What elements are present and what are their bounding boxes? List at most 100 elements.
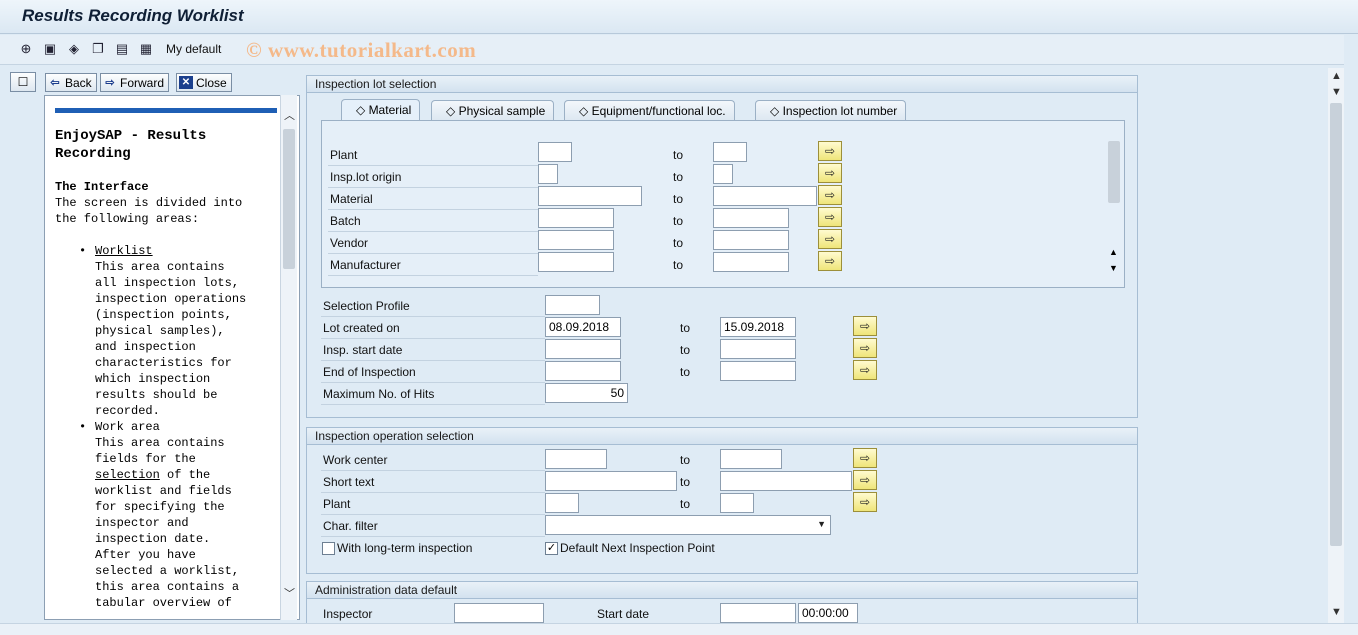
material-multi-select-button[interactable]: ⇨ bbox=[818, 185, 842, 205]
chevron-up-icon[interactable]: ▲ bbox=[1109, 247, 1118, 257]
lot-created-from-input[interactable]: 08.09.2018 bbox=[545, 317, 621, 337]
help-list-item: Worklist This area contains all inspecti… bbox=[55, 243, 277, 419]
manufacturer-from-input[interactable] bbox=[538, 252, 614, 272]
execute-icon[interactable]: ⊕ bbox=[18, 41, 34, 57]
close-button[interactable]: ✕ Close bbox=[176, 73, 232, 92]
insp-start-date-to-input[interactable] bbox=[720, 339, 796, 359]
back-button[interactable]: ⇦ Back bbox=[45, 73, 97, 92]
selection-link[interactable]: selection bbox=[95, 468, 160, 482]
tab-equipment[interactable]: ◇ Equipment/functional loc. bbox=[564, 100, 735, 121]
insp-lot-origin-multi-select-button[interactable]: ⇨ bbox=[818, 163, 842, 183]
watermark-text: © www.tutorialkart.com bbox=[246, 38, 477, 62]
worklist-link[interactable]: Worklist bbox=[95, 243, 277, 259]
char-filter-label: Char. filter bbox=[323, 519, 378, 533]
help-text: This area contains bbox=[95, 260, 225, 274]
insp-lot-origin-to-input[interactable] bbox=[713, 164, 733, 184]
tab-physical-sample[interactable]: ◇ Physical sample bbox=[431, 100, 555, 121]
help-text: inspection operations bbox=[95, 292, 247, 306]
get-variant-icon[interactable]: ▣ bbox=[42, 41, 58, 57]
selection-profile-input[interactable] bbox=[545, 295, 600, 315]
multi-select-icon[interactable]: ◈ bbox=[66, 41, 82, 57]
chevron-up-icon[interactable]: ▲ bbox=[1329, 68, 1344, 83]
chevron-down-icon[interactable]: ﹀ bbox=[282, 585, 297, 600]
insp-start-multi-select-button[interactable]: ⇨ bbox=[853, 338, 877, 358]
manufacturer-multi-select-button[interactable]: ⇨ bbox=[818, 251, 842, 271]
row-divider bbox=[328, 253, 538, 254]
row-divider bbox=[321, 338, 545, 339]
vendor-to-input[interactable] bbox=[713, 230, 789, 250]
plant-to-input[interactable] bbox=[720, 493, 754, 513]
main-scrollbar[interactable]: ▲ ▼ ▼ bbox=[1328, 68, 1344, 623]
help-text: which inspection bbox=[95, 372, 211, 386]
tab-label: Physical sample bbox=[458, 104, 546, 118]
long-term-inspection-label: With long-term inspection bbox=[337, 541, 473, 555]
chevron-down-icon[interactable]: ▼ bbox=[1109, 263, 1118, 273]
help-list: Worklist This area contains all inspecti… bbox=[55, 243, 277, 611]
work-center-multi-select-button[interactable]: ⇨ bbox=[853, 448, 877, 468]
default-next-inspection-point-label: Default Next Inspection Point bbox=[560, 541, 715, 555]
batch-multi-select-button[interactable]: ⇨ bbox=[818, 207, 842, 227]
forward-label: Forward bbox=[120, 75, 165, 90]
to-label: to bbox=[673, 214, 684, 228]
short-text-to-input[interactable] bbox=[720, 471, 852, 491]
work-center-to-input[interactable] bbox=[720, 449, 782, 469]
plant-op-multi-select-button[interactable]: ⇨ bbox=[853, 492, 877, 512]
insp-start-date-from-input[interactable] bbox=[545, 339, 621, 359]
to-label: to bbox=[680, 343, 691, 357]
tab-panel-scroll-thumb[interactable] bbox=[1108, 141, 1120, 203]
layout-icon[interactable]: ▤ bbox=[114, 41, 130, 57]
char-filter-dropdown[interactable] bbox=[545, 515, 831, 535]
short-text-multi-select-button[interactable]: ⇨ bbox=[853, 470, 877, 490]
end-of-inspection-to-input[interactable] bbox=[720, 361, 796, 381]
help-scrollbar[interactable]: ︿ ﹀ bbox=[280, 95, 297, 620]
material-label: Material bbox=[330, 192, 373, 206]
help-text: fields for the bbox=[95, 452, 196, 466]
tab-inspection-lot-number[interactable]: ◇ Inspection lot number bbox=[755, 100, 907, 121]
material-from-input[interactable] bbox=[538, 186, 642, 206]
inspector-input[interactable] bbox=[454, 603, 544, 623]
help-text: physical samples), bbox=[95, 324, 225, 338]
vendor-label: Vendor bbox=[330, 236, 369, 250]
forward-button[interactable]: ⇨ Forward bbox=[100, 73, 170, 92]
vendor-from-input[interactable] bbox=[538, 230, 614, 250]
lot-created-on-label: Lot created on bbox=[323, 321, 400, 335]
work-center-label: Work center bbox=[323, 453, 388, 467]
tab-panel-scrollbar[interactable]: ▲ ▼ bbox=[1108, 141, 1120, 281]
end-of-inspection-multi-select-button[interactable]: ⇨ bbox=[853, 360, 877, 380]
batch-to-input[interactable] bbox=[713, 208, 789, 228]
plant-from-input[interactable] bbox=[538, 142, 572, 162]
back-label: Back bbox=[65, 75, 92, 90]
copy-icon[interactable]: ❐ bbox=[90, 41, 106, 57]
chevron-down-icon[interactable]: ▼ bbox=[1329, 604, 1344, 619]
tab-material[interactable]: ◇ Material bbox=[341, 99, 421, 121]
material-tab-panel: Plant to ⇨ Insp.lot origin to ⇨ Material… bbox=[321, 120, 1125, 288]
save-icon[interactable]: ▦ bbox=[138, 41, 154, 57]
chevron-down-icon[interactable]: ▼ bbox=[1329, 84, 1344, 99]
batch-from-input[interactable] bbox=[538, 208, 614, 228]
plant-to-input[interactable] bbox=[713, 142, 747, 162]
insp-lot-origin-from-input[interactable] bbox=[538, 164, 558, 184]
my-default-button[interactable]: My default bbox=[166, 42, 221, 56]
chevron-up-icon[interactable]: ︿ bbox=[282, 107, 297, 122]
vendor-multi-select-button[interactable]: ⇨ bbox=[818, 229, 842, 249]
plant-from-input[interactable] bbox=[545, 493, 579, 513]
start-date-input[interactable] bbox=[720, 603, 796, 623]
lot-created-to-input[interactable]: 15.09.2018 bbox=[720, 317, 796, 337]
material-to-input[interactable] bbox=[713, 186, 817, 206]
work-center-from-input[interactable] bbox=[545, 449, 607, 469]
work-area-title: Work area bbox=[95, 420, 160, 434]
end-of-inspection-from-input[interactable] bbox=[545, 361, 621, 381]
max-hits-input[interactable]: 50 bbox=[545, 383, 628, 403]
help-scroll-thumb[interactable] bbox=[283, 129, 295, 269]
plant-multi-select-button[interactable]: ⇨ bbox=[818, 141, 842, 161]
start-time-input[interactable]: 00:00:00 bbox=[798, 603, 858, 623]
tab-label: Equipment/functional loc. bbox=[591, 104, 726, 118]
short-text-from-input[interactable] bbox=[545, 471, 677, 491]
row-divider bbox=[321, 360, 545, 361]
long-term-inspection-checkbox[interactable] bbox=[322, 542, 335, 555]
main-scroll-thumb[interactable] bbox=[1330, 103, 1342, 546]
row-divider bbox=[321, 404, 545, 405]
lot-created-multi-select-button[interactable]: ⇨ bbox=[853, 316, 877, 336]
manufacturer-to-input[interactable] bbox=[713, 252, 789, 272]
default-next-inspection-point-checkbox[interactable]: ✓ bbox=[545, 542, 558, 555]
